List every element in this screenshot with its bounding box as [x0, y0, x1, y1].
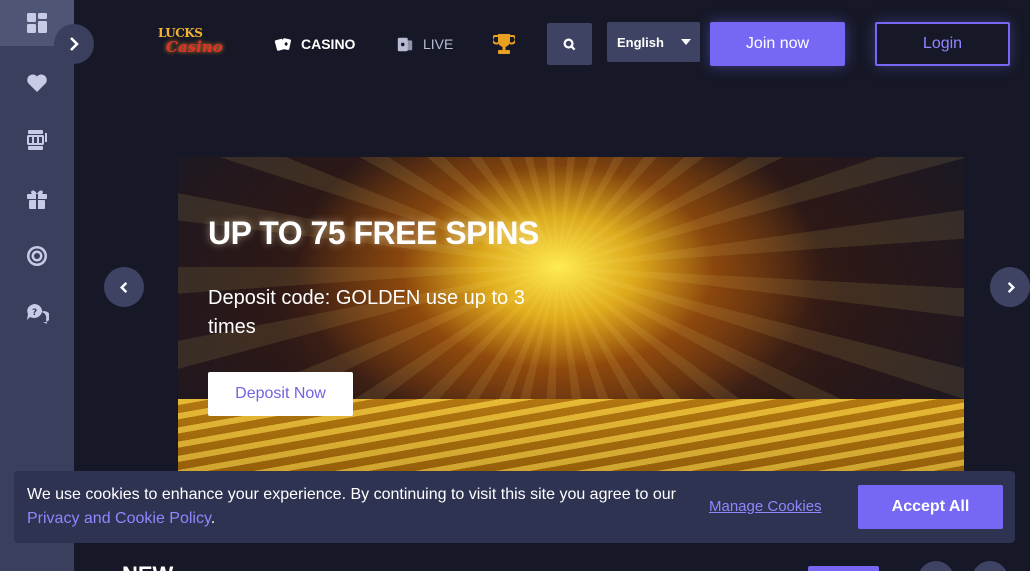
cookie-text-suffix: . [210, 510, 216, 527]
join-now-button[interactable]: Join now [710, 22, 845, 66]
sidebar-item-favorites[interactable] [0, 60, 74, 106]
sidebar-expand-button[interactable] [54, 24, 94, 64]
chevron-down-icon [681, 39, 691, 45]
banner-title: UP TO 75 FREE SPINS [208, 215, 539, 251]
sidebar-item-vip[interactable] [0, 233, 74, 279]
heart-icon [27, 74, 47, 92]
svg-text:?: ? [32, 308, 37, 318]
section-view-all-button[interactable] [808, 566, 879, 571]
chevron-right-icon [1007, 281, 1015, 293]
nav-casino[interactable]: CASINO [274, 33, 355, 55]
section-prev-button[interactable] [918, 561, 954, 571]
deposit-now-button[interactable]: Deposit Now [208, 372, 353, 416]
chevron-right-icon [70, 37, 79, 51]
manage-cookies-link[interactable]: Manage Cookies [709, 498, 822, 515]
help-chat-icon: ? [27, 304, 49, 324]
slot-machine-icon [27, 130, 47, 150]
carousel-next-button[interactable] [990, 267, 1030, 307]
section-next-button[interactable] [972, 561, 1008, 571]
target-icon [27, 246, 47, 266]
logo-text-bottom: Casino [166, 38, 223, 56]
sidebar-item-support[interactable]: ? [0, 291, 74, 337]
search-icon [563, 38, 576, 50]
live-dealer-icon [397, 37, 413, 52]
cookie-text-prefix: We use cookies to enhance your experienc… [27, 486, 676, 503]
cards-icon [274, 38, 291, 51]
carousel-prev-button[interactable] [104, 267, 144, 307]
search-button[interactable] [547, 23, 592, 65]
nav-casino-label: CASINO [301, 36, 356, 52]
grid-icon [27, 13, 47, 33]
accept-all-button[interactable]: Accept All [858, 485, 1003, 529]
site-logo[interactable]: LUCKS Casino [152, 24, 226, 62]
language-select-value: English [617, 34, 664, 50]
nav-live[interactable]: LIVE [396, 33, 453, 55]
chevron-left-icon [119, 281, 127, 293]
cookie-banner: We use cookies to enhance your experienc… [14, 471, 1015, 543]
trophy-icon[interactable] [493, 32, 515, 56]
cookie-message: We use cookies to enhance your experienc… [27, 483, 677, 531]
language-select[interactable]: English [607, 22, 700, 62]
nav-live-label: LIVE [423, 36, 454, 52]
sidebar-item-slots[interactable] [0, 117, 74, 163]
banner-subtitle: Deposit code: GOLDEN use up to 3 times [208, 287, 525, 338]
login-button[interactable]: Login [875, 22, 1010, 66]
gift-icon [27, 190, 47, 209]
privacy-policy-link[interactable]: Privacy and Cookie Policy [27, 510, 211, 527]
section-title: NEW [122, 562, 173, 571]
sidebar-item-promotions[interactable] [0, 176, 74, 222]
